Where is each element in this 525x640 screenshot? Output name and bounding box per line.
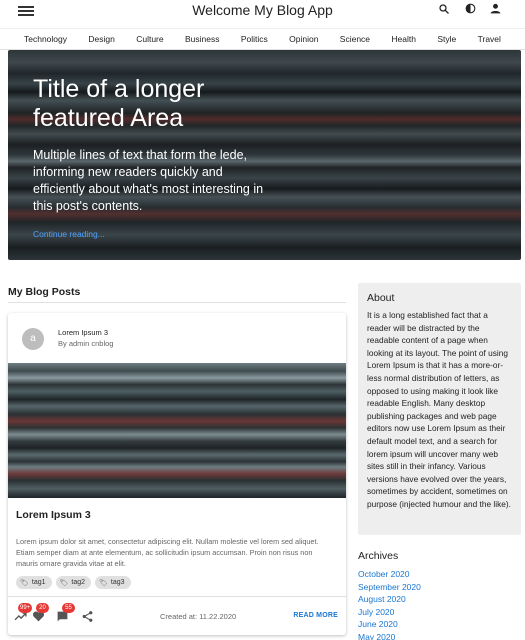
tag-label: tag2 <box>71 579 86 586</box>
list-item: September 2020 <box>358 581 421 594</box>
category-nav: Technology Design Culture Business Polit… <box>0 28 525 50</box>
tag-chip[interactable]: 🏷 tag3 <box>95 576 131 589</box>
hero-content: Title of a longer featured Area Multiple… <box>33 75 273 239</box>
about-panel: About It is a long established fact that… <box>358 283 521 535</box>
card-header-subtitle: By admin cnblog <box>58 339 114 348</box>
card-header-title: Lorem Ipsum 3 <box>58 328 109 337</box>
post-image <box>8 363 346 498</box>
list-item: June 2020 <box>358 618 421 631</box>
app-bar: Welcome My Blog App <box>0 0 525 26</box>
read-more-button[interactable]: READ MORE <box>293 612 338 619</box>
archive-link[interactable]: June 2020 <box>358 619 398 629</box>
nav-item-science[interactable]: Science <box>340 34 370 44</box>
share-icon[interactable] <box>81 610 94 626</box>
nav-item-culture[interactable]: Culture <box>136 34 163 44</box>
nav-item-business[interactable]: Business <box>185 34 220 44</box>
archive-link[interactable]: September 2020 <box>358 582 421 592</box>
tag-label: tag1 <box>31 579 46 586</box>
post-description: Lorem ipsum dolor sit amet, consectetur … <box>16 537 319 568</box>
nav-item-design[interactable]: Design <box>88 34 114 44</box>
list-item: August 2020 <box>358 593 421 606</box>
nav-item-health[interactable]: Health <box>391 34 416 44</box>
likes-badge: 20 <box>36 603 49 613</box>
featured-hero: Title of a longer featured Area Multiple… <box>8 50 521 260</box>
archive-link[interactable]: October 2020 <box>358 569 410 579</box>
posts-section-title: My Blog Posts <box>8 286 81 298</box>
tag-chip[interactable]: 🏷 tag2 <box>55 576 92 589</box>
account-icon[interactable] <box>486 2 504 20</box>
tag-icon: 🏷 <box>20 579 29 587</box>
nav-item-opinion[interactable]: Opinion <box>289 34 318 44</box>
archives-title: Archives <box>358 550 399 562</box>
post-heading: Lorem Ipsum 3 <box>16 509 91 521</box>
hero-title: Title of a longer featured Area <box>33 75 205 132</box>
archive-link[interactable]: July 2020 <box>358 607 394 617</box>
search-icon[interactable] <box>435 2 453 20</box>
nav-item-style[interactable]: Style <box>437 34 456 44</box>
comments-badge: 55 <box>62 603 75 613</box>
continue-reading-link[interactable]: Continue reading... <box>33 229 273 239</box>
avatar: a <box>22 328 44 350</box>
list-item: July 2020 <box>358 606 421 619</box>
nav-item-politics[interactable]: Politics <box>241 34 268 44</box>
tag-icon: 🏷 <box>59 579 69 587</box>
posts-divider <box>8 302 346 303</box>
card-actions: 99+ 20 55 Created at: 11.22.2020 READ MO… <box>8 601 346 631</box>
list-item: May 2020 <box>358 631 421 640</box>
archives-list: October 2020 September 2020 August 2020 … <box>358 568 421 640</box>
card-divider <box>8 596 346 597</box>
post-card: a Lorem Ipsum 3 By admin cnblog Lorem Ip… <box>8 313 346 635</box>
tag-chip[interactable]: 🏷 tag1 <box>16 576 52 589</box>
tag-list: 🏷 tag1 🏷 tag2 🏷 tag3 <box>16 576 131 589</box>
archive-link[interactable]: May 2020 <box>358 632 395 640</box>
about-title: About <box>367 292 395 304</box>
created-date: Created at: 11.22.2020 <box>160 612 237 621</box>
archive-link[interactable]: August 2020 <box>358 594 406 604</box>
about-text: It is a long established fact that a rea… <box>367 310 511 509</box>
list-item: October 2020 <box>358 568 421 581</box>
nav-item-technology[interactable]: Technology <box>24 34 67 44</box>
tag-icon: 🏷 <box>99 579 108 587</box>
trending-badge: 99+ <box>18 603 33 613</box>
hero-lede: Multiple lines of text that form the led… <box>33 148 264 213</box>
nav-item-travel[interactable]: Travel <box>478 34 501 44</box>
tag-label: tag3 <box>110 579 125 586</box>
theme-toggle-icon[interactable] <box>461 2 479 20</box>
